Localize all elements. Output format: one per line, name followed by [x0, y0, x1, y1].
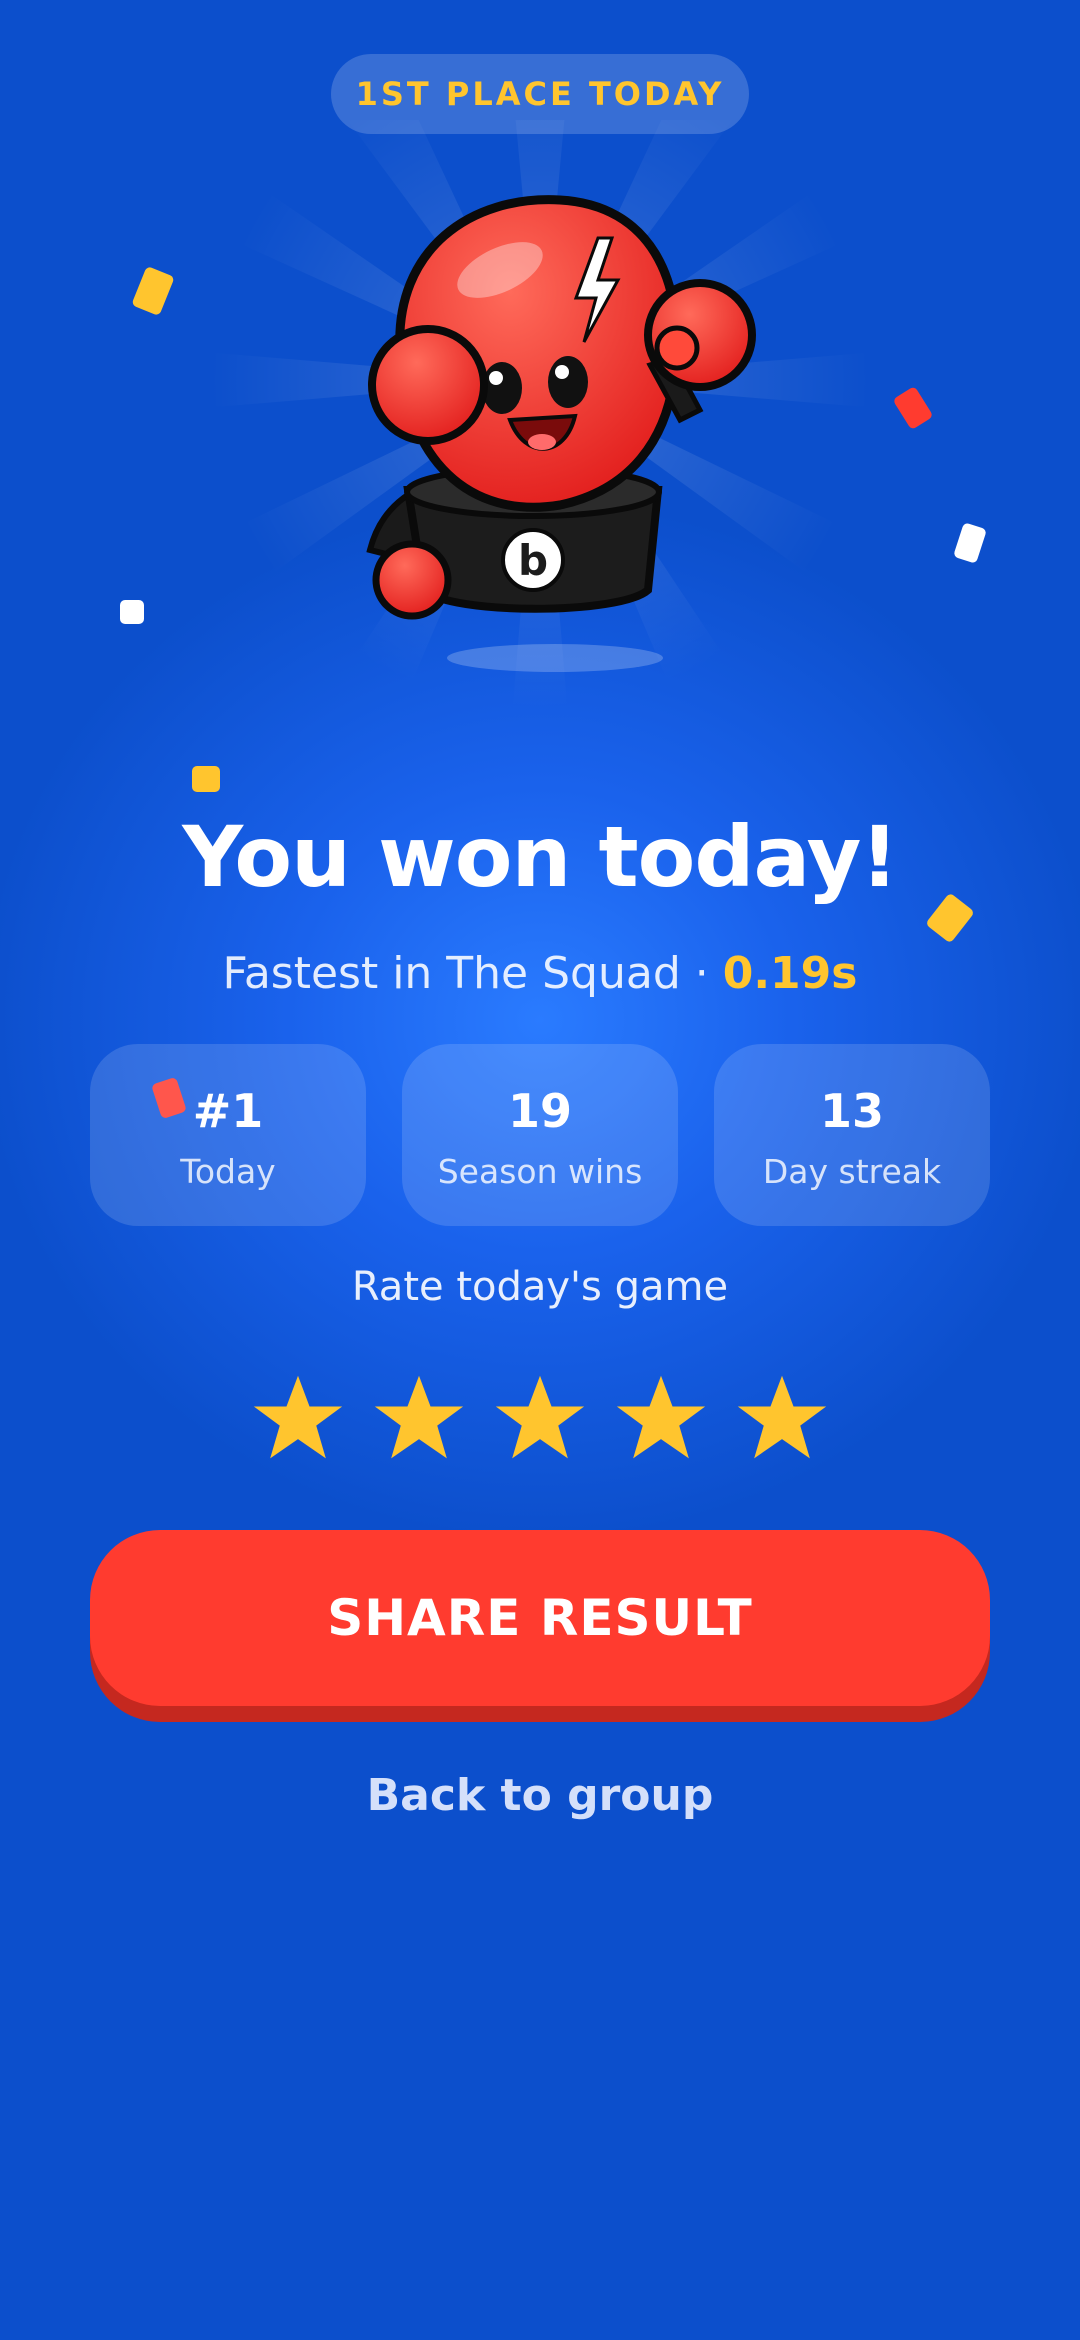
- stat-label: Season wins: [437, 1152, 643, 1191]
- stat-value: 13: [819, 1084, 884, 1138]
- confetti-piece: [131, 265, 175, 317]
- star-icon[interactable]: [371, 1370, 467, 1466]
- result-title: You won today!: [182, 808, 898, 906]
- badge-label: 1ST PLACE TODAY: [355, 75, 725, 113]
- stat-label: Today: [180, 1152, 276, 1191]
- stat-label: Day streak: [762, 1152, 942, 1191]
- stat-card-season-wins: 19 Season wins: [402, 1044, 678, 1226]
- star-icon[interactable]: [613, 1370, 709, 1466]
- result-subtitle: Fastest in The Squad · 0.19s: [0, 948, 1080, 999]
- stat-card-day-streak: 13 Day streak: [714, 1044, 990, 1226]
- back-to-group-link[interactable]: Back to group: [0, 1770, 1080, 1821]
- star-icon[interactable]: [492, 1370, 588, 1466]
- star-rating: [250, 1370, 830, 1470]
- boxing-glove-mascot: b: [180, 120, 900, 740]
- confetti-piece: [953, 522, 987, 564]
- stat-value: 19: [507, 1084, 572, 1138]
- share-result-button[interactable]: SHARE RESULT: [90, 1530, 990, 1706]
- star-icon[interactable]: [250, 1370, 346, 1466]
- rate-game-label: Rate today's game: [351, 1264, 729, 1310]
- reaction-time: 0.19s: [722, 948, 858, 999]
- stat-card-rank: #1 Today: [90, 1044, 366, 1226]
- stat-value: #1: [192, 1084, 264, 1138]
- subtitle-text: Fastest in The Squad ·: [222, 948, 723, 999]
- confetti-piece: [192, 766, 220, 792]
- chest-letter: b: [518, 536, 548, 585]
- confetti-piece: [120, 600, 144, 624]
- star-icon[interactable]: [734, 1370, 830, 1466]
- mascot-shadow: [447, 644, 663, 672]
